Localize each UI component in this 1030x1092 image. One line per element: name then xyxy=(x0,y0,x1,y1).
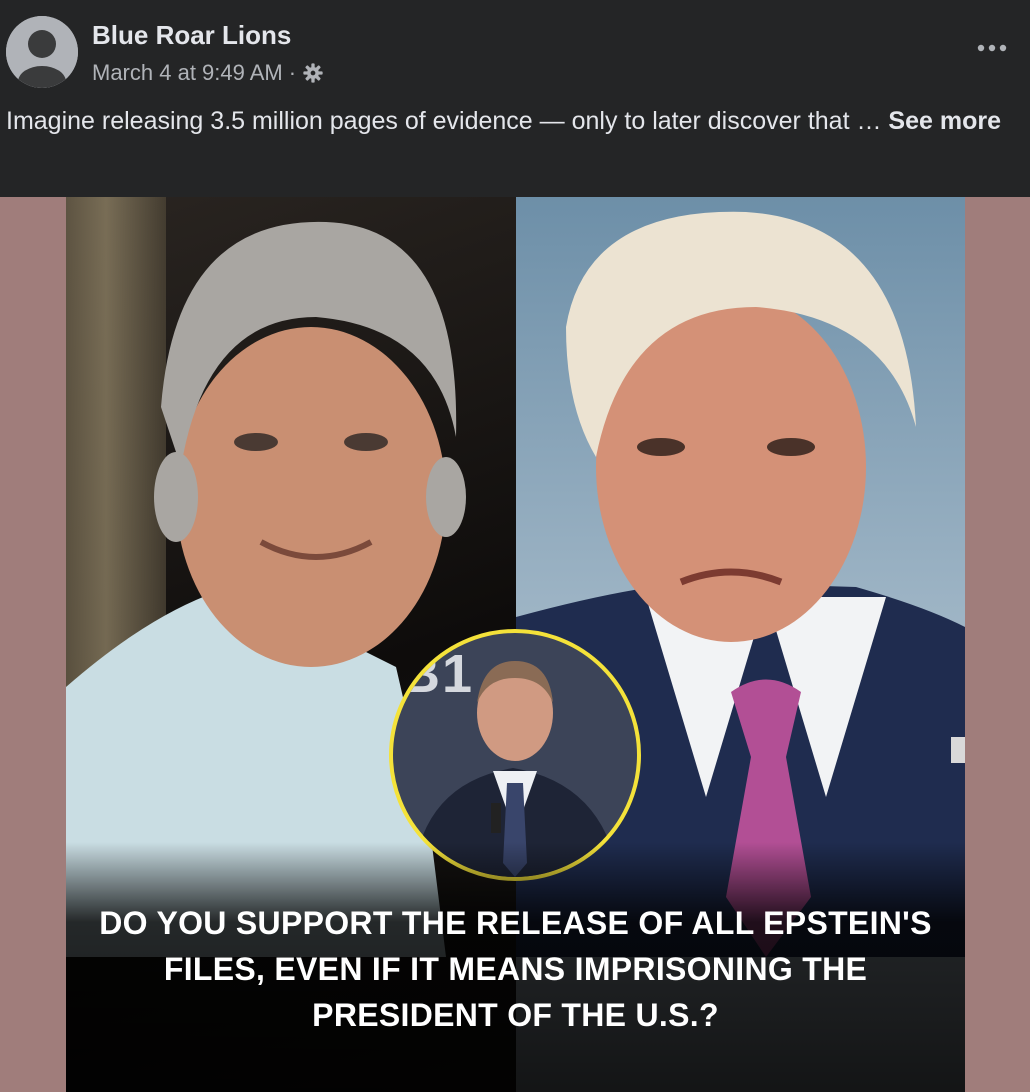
gear-icon[interactable] xyxy=(302,62,324,84)
author-name-link[interactable]: Blue Roar Lions xyxy=(92,20,291,51)
post-timestamp-link[interactable]: March 4 at 9:49 AM xyxy=(92,60,283,86)
more-options-icon xyxy=(977,44,1007,52)
author-avatar[interactable] xyxy=(6,16,78,88)
inset-person xyxy=(413,661,619,877)
image-caption: DO YOU SUPPORT THE RELEASE OF ALL EPSTEI… xyxy=(99,905,932,1033)
post-body: Imagine releasing 3.5 million pages of e… xyxy=(6,103,1022,139)
post-media[interactable]: B1 DO YOU SUPPORT THE RELEASE OF ALL EPS… xyxy=(0,197,1030,1092)
post-image[interactable]: B1 DO YOU SUPPORT THE RELEASE OF ALL EPS… xyxy=(66,197,965,1092)
meta-separator: · xyxy=(288,60,297,85)
post-header: Blue Roar Lions March 4 at 9:49 AM · xyxy=(0,0,1030,100)
more-options-button[interactable] xyxy=(972,30,1012,66)
post-body-text: Imagine releasing 3.5 million pages of e… xyxy=(6,107,882,135)
post-meta: March 4 at 9:49 AM · xyxy=(92,60,324,86)
see-more-link[interactable]: See more xyxy=(888,107,1001,135)
default-avatar-icon xyxy=(6,16,78,88)
